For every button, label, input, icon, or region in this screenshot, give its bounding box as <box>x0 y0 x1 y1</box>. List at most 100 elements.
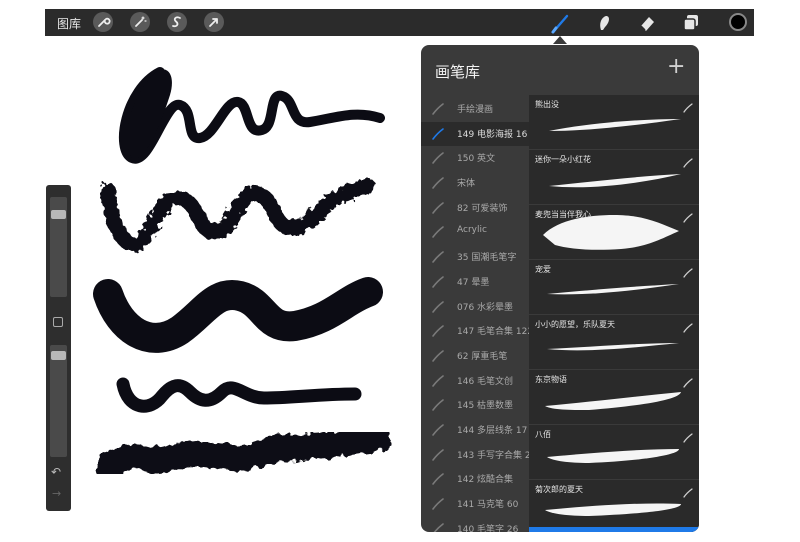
brush-set-icon <box>431 471 445 490</box>
category-item[interactable]: 149 电影海报 16 <box>421 121 529 147</box>
undo-icon[interactable]: ↶ <box>51 465 61 479</box>
stylus-pressure-icon <box>683 98 693 117</box>
opacity-slider[interactable] <box>50 345 67 457</box>
category-label: 144 多层线条 17 <box>457 425 528 436</box>
stylus-pressure-icon <box>683 483 693 502</box>
category-label: 149 电影海报 16 <box>457 129 528 140</box>
brush-item[interactable]: 熊出没 <box>529 95 699 150</box>
canvas-stroke-3 <box>93 277 383 353</box>
wrench-icon[interactable] <box>93 12 113 32</box>
category-label: 140 毛笔字 26 <box>457 524 519 532</box>
brush-stroke-preview <box>547 284 679 295</box>
brush-name: 宠爱 <box>535 265 551 274</box>
brush-set-icon <box>431 200 445 219</box>
brush-set-icon <box>431 224 445 243</box>
brush-set-icon <box>431 447 445 466</box>
category-item[interactable]: 145 枯墨数墨 <box>421 393 529 418</box>
brush-set-icon <box>431 274 445 293</box>
stylus-pressure-icon <box>683 318 693 337</box>
category-label: 146 毛笔文创 <box>457 376 514 387</box>
canvas-stroke-4 <box>116 377 362 413</box>
category-label: 82 可爱装饰 <box>457 203 508 214</box>
layers-icon[interactable] <box>680 12 702 34</box>
brush-set-icon <box>431 101 445 120</box>
category-item[interactable]: 150 英文 <box>421 146 529 171</box>
brush-item[interactable]: 麦兜当当伴我心 <box>529 205 699 260</box>
category-item[interactable]: 142 炫酷合集 <box>421 467 529 492</box>
top-toolbar: 图库 <box>45 9 754 36</box>
selection-s-icon[interactable] <box>167 12 187 32</box>
brush-name: 菊次郎的夏天 <box>535 485 583 494</box>
brush-set-icon <box>431 348 445 367</box>
category-item[interactable]: 143 手写字合集 210 <box>421 443 542 468</box>
brush-set-icon <box>431 249 445 268</box>
category-label: 62 厚重毛笔 <box>457 351 508 362</box>
brush-item[interactable]: 东京物语 <box>529 370 699 425</box>
brush-name: 八佰 <box>535 430 551 439</box>
category-item[interactable]: 62 厚重毛笔 <box>421 344 529 369</box>
canvas-stroke-5 <box>95 425 391 481</box>
brush-set-icon <box>431 397 445 416</box>
brush-name: 麦兜当当伴我心 <box>535 210 591 219</box>
stylus-pressure-icon <box>683 263 693 282</box>
left-sidebar: ↶ → <box>46 185 71 511</box>
brush-set-icon <box>431 175 445 194</box>
brush-set-icon <box>431 521 445 532</box>
category-item[interactable]: 076 水彩晕墨 <box>421 295 529 320</box>
stylus-pressure-icon <box>683 373 693 392</box>
brush-item[interactable]: 迷你一朵小红花 <box>529 150 699 205</box>
stylus-pressure-icon <box>683 428 693 447</box>
eraser-icon[interactable] <box>636 12 658 34</box>
brush-set-icon <box>431 496 445 515</box>
move-arrow-icon[interactable] <box>204 12 224 32</box>
popover-caret <box>553 36 567 44</box>
category-item[interactable]: 141 马克笔 60 <box>421 492 529 517</box>
magic-wand-icon[interactable] <box>130 12 150 32</box>
color-picker-button[interactable] <box>729 13 747 31</box>
category-label: Acrylic <box>457 225 487 236</box>
brush-set-icon <box>431 422 445 441</box>
smudge-icon[interactable] <box>593 12 615 34</box>
category-item[interactable]: 144 多层线条 17 <box>421 418 529 443</box>
gallery-button[interactable]: 图库 <box>57 15 81 32</box>
brush-list: 熊出没迷你一朵小红花 麦兜当当伴我心 宠爱小小的愿望，乐队夏天东京物语八佰菊次郎的夏… <box>529 95 699 532</box>
brush-name: 迷你一朵小红花 <box>535 155 591 164</box>
brush-item[interactable]: 小小的愿望，乐队夏天 <box>529 315 699 370</box>
brush-item[interactable]: 八佰 <box>529 425 699 480</box>
category-item[interactable]: 35 国潮毛笔字 <box>421 245 529 270</box>
stylus-pressure-icon <box>683 153 693 172</box>
category-item[interactable]: 147 毛笔合集 122 <box>421 319 533 344</box>
eyedropper-square-button[interactable] <box>53 317 63 327</box>
brush-size-thumb[interactable] <box>51 210 66 219</box>
category-label: 35 国潮毛笔字 <box>457 253 517 264</box>
brush-set-icon <box>431 126 445 145</box>
opacity-thumb[interactable] <box>51 351 66 360</box>
category-item[interactable]: 140 毛笔字 26 <box>421 517 529 532</box>
category-label: 142 炫酷合集 <box>457 475 514 486</box>
brush-name: 熊出没 <box>535 100 559 109</box>
category-item[interactable]: 手绘漫画 <box>421 97 529 122</box>
category-label: 宋体 <box>457 179 476 190</box>
category-label: 147 毛笔合集 122 <box>457 327 534 338</box>
stylus-pressure-icon <box>683 208 693 227</box>
category-item[interactable]: 146 毛笔文创 <box>421 369 529 394</box>
brush-icon[interactable] <box>550 12 572 34</box>
category-item[interactable]: 47 晕墨 <box>421 270 529 295</box>
category-item[interactable]: 82 可爱装饰 <box>421 196 529 221</box>
category-item[interactable]: Acrylic <box>421 220 529 245</box>
selected-brush-indicator <box>529 527 699 532</box>
redo-icon[interactable]: → <box>52 487 61 500</box>
brush-size-slider[interactable] <box>50 197 67 297</box>
category-label: 150 英文 <box>457 154 496 165</box>
category-label: 141 马克笔 60 <box>457 500 519 510</box>
category-label: 手绘漫画 <box>457 105 494 115</box>
brush-item[interactable]: 宠爱 <box>529 260 699 315</box>
brush-set-icon <box>431 150 445 169</box>
category-list: 手绘漫画 149 电影海报 16 150 英文 宋体 82 可爱装饰 Acrylic 35 … <box>421 97 542 532</box>
category-item[interactable]: 宋体 <box>421 171 529 196</box>
canvas-stroke-2 <box>100 178 376 252</box>
add-brush-button[interactable]: + <box>667 55 685 79</box>
brush-name: 东京物语 <box>535 375 567 384</box>
brush-item[interactable]: 菊次郎的夏天 <box>529 480 699 532</box>
brush-set-icon <box>431 323 445 342</box>
